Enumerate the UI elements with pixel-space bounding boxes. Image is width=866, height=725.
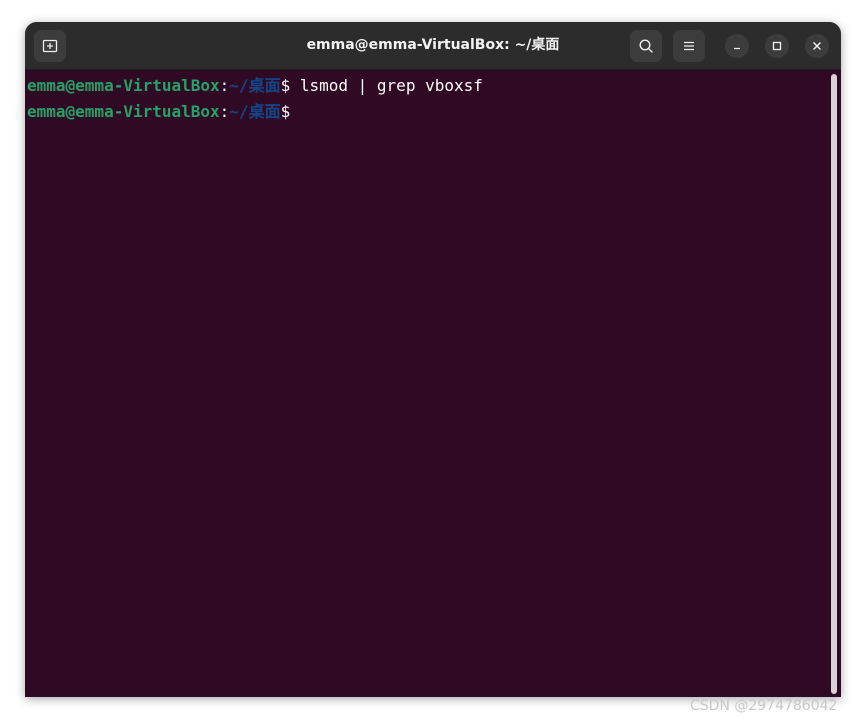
maximize-icon <box>772 41 782 51</box>
search-icon <box>639 39 653 53</box>
hamburger-menu-icon <box>684 41 694 51</box>
new-tab-icon <box>42 39 58 53</box>
minimize-icon <box>734 47 740 50</box>
terminal-window: emma@emma-VirtualBox: ~/桌面 emma@emma-Vir… <box>25 22 841 697</box>
prompt-path: ~/桌面 <box>229 102 281 121</box>
close-button[interactable] <box>805 34 829 58</box>
watermark-text: CSDN @2974786042 <box>690 698 838 714</box>
maximize-button[interactable] <box>765 34 789 58</box>
minimize-button[interactable] <box>725 34 749 58</box>
close-icon <box>813 42 821 50</box>
terminal-line: emma@emma-VirtualBox:~/桌面$ <box>27 101 290 123</box>
title-bar[interactable]: emma@emma-VirtualBox: ~/桌面 <box>25 22 841 70</box>
window-title: emma@emma-VirtualBox: ~/桌面 <box>306 37 560 53</box>
vertical-scrollbar[interactable] <box>831 74 837 694</box>
prompt-path: ~/桌面 <box>229 76 281 95</box>
search-button[interactable] <box>630 30 662 62</box>
prompt-user-host: emma@emma-VirtualBox <box>27 76 220 95</box>
command-text: lsmod | grep vboxsf <box>290 76 483 95</box>
prompt-user-host: emma@emma-VirtualBox <box>27 102 220 121</box>
new-tab-button[interactable] <box>34 30 66 62</box>
terminal-output[interactable]: emma@emma-VirtualBox:~/桌面$ lsmod | grep … <box>25 70 841 697</box>
prompt-colon: : <box>219 76 230 95</box>
terminal-line: emma@emma-VirtualBox:~/桌面$ lsmod | grep … <box>27 75 483 97</box>
menu-button[interactable] <box>673 30 705 62</box>
prompt-colon: : <box>219 102 230 121</box>
prompt-symbol: $ <box>280 102 291 121</box>
prompt-symbol: $ <box>280 76 291 95</box>
